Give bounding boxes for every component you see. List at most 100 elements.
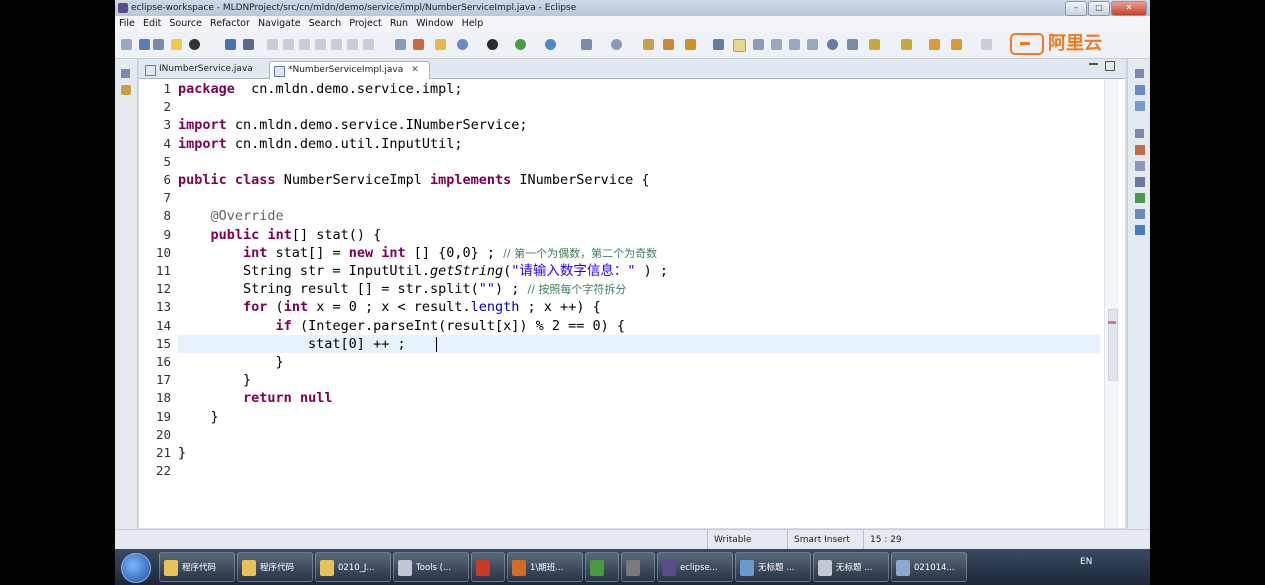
run-as-icon[interactable] [515, 39, 526, 50]
code-line[interactable]: String str = InputUtil.getString("请输入数字信… [178, 262, 668, 280]
servers-icon[interactable] [1135, 225, 1145, 235]
maximize-button[interactable]: □ [1088, 1, 1110, 16]
menu-help[interactable]: Help [462, 16, 484, 32]
taskbar-button[interactable] [585, 552, 619, 582]
console-icon[interactable] [1135, 193, 1145, 203]
next-annotation-icon[interactable] [827, 39, 838, 50]
menu-search[interactable]: Search [309, 16, 342, 32]
code-line[interactable]: } [178, 371, 251, 389]
code-line[interactable]: return null [178, 389, 332, 407]
forward-icon[interactable] [929, 39, 940, 50]
taskbar-button[interactable]: 021014... [891, 552, 967, 582]
problems-icon[interactable] [1135, 145, 1145, 155]
search-icon[interactable] [685, 39, 696, 50]
skip-breakpoints-icon[interactable] [243, 39, 254, 50]
taskbar-button[interactable] [621, 552, 655, 582]
open-task-icon[interactable] [663, 39, 674, 50]
new-java-project-icon[interactable] [581, 39, 592, 50]
outline-icon[interactable] [1135, 85, 1145, 95]
back-icon[interactable] [901, 39, 912, 50]
menu-project[interactable]: Project [349, 16, 382, 32]
code-line[interactable]: } [178, 408, 219, 426]
taskbar-button[interactable]: 程序代码 [159, 552, 235, 582]
menu-navigate[interactable]: Navigate [258, 16, 301, 32]
taskbar-button[interactable]: 无标题 ... [735, 552, 811, 582]
progress-icon[interactable] [1135, 209, 1145, 219]
new-icon[interactable] [121, 39, 132, 50]
save-icon[interactable] [139, 39, 150, 50]
code-line[interactable]: String result [] = str.split("") ; // 按照… [178, 280, 626, 298]
print-icon[interactable] [171, 39, 182, 50]
code-line[interactable]: int stat[] = new int [] {0,0} ; // 第一个为偶… [178, 244, 657, 262]
save-all-icon[interactable] [153, 39, 164, 50]
code-line[interactable]: } [178, 444, 186, 462]
tab-inumberservice[interactable]: INumberService.java [141, 61, 263, 78]
code-line[interactable]: @Override [178, 207, 284, 225]
scrollbar-thumb[interactable] [1108, 309, 1118, 381]
code-editor[interactable]: 1 2 3 4 5 6 7 8 9 10 11 12 13 14 15 16 17 18 19 20 21 22 pack… [139, 79, 1125, 528]
taskbar-button[interactable]: 0210_J... [315, 552, 391, 582]
eclipse-logo-icon [118, 3, 128, 13]
coverage-icon[interactable] [545, 39, 556, 50]
vertical-scrollbar[interactable] [1104, 79, 1119, 528]
menu-file[interactable]: File [119, 16, 135, 32]
menu-source[interactable]: Source [169, 16, 202, 32]
language-indicator[interactable]: EN [1080, 557, 1092, 567]
last-edit-icon[interactable] [869, 39, 880, 50]
package-explorer-icon[interactable] [121, 85, 131, 95]
taskbar-button[interactable] [471, 552, 505, 582]
declaration-icon[interactable] [1135, 177, 1145, 187]
taskbar-button[interactable]: 无标题 ... [813, 552, 889, 582]
code-area[interactable]: package cn.mldn.demo.service.impl; import… [178, 79, 1098, 528]
code-line[interactable]: if (Integer.parseInt(result[x]) % 2 == 0… [178, 317, 626, 335]
drop-to-frame-icon[interactable] [395, 39, 406, 50]
code-line[interactable]: public class NumberServiceImpl implement… [178, 171, 649, 189]
code-token: ) ; [495, 281, 528, 298]
taskbar-button[interactable]: 程序代码 [237, 552, 313, 582]
start-button[interactable] [121, 553, 151, 583]
code-line[interactable]: } [178, 353, 284, 371]
run-icon[interactable] [487, 39, 498, 50]
toggle-mark-occurrences-icon[interactable] [713, 39, 724, 50]
minimize-button[interactable]: – [1065, 1, 1087, 16]
code-line[interactable]: import cn.mldn.demo.service.INumberServi… [178, 116, 528, 134]
code-token: ( [267, 299, 284, 316]
menu-window[interactable]: Window [416, 16, 453, 32]
restore-right-icon[interactable] [1135, 69, 1144, 78]
tab-numberserviceimpl[interactable]: *NumberServiceImpl.java ✕ [269, 61, 430, 79]
external-tools-icon[interactable] [457, 39, 468, 50]
minimize-editor-icon[interactable] [1089, 63, 1098, 65]
show-whitespace-icon[interactable] [753, 39, 764, 50]
restore-bottom-icon[interactable] [1135, 129, 1144, 138]
close-tab-icon[interactable]: ✕ [411, 65, 419, 75]
open-type-icon[interactable] [435, 39, 446, 50]
block-selection-icon[interactable] [771, 39, 782, 50]
code-line[interactable]: import cn.mldn.demo.util.InputUtil; [178, 135, 462, 153]
terminal-icon[interactable] [225, 39, 236, 50]
taskbar-button[interactable]: 1\期班... [507, 552, 583, 582]
menu-run[interactable]: Run [390, 16, 408, 32]
pin-editor-icon[interactable] [951, 39, 962, 50]
error-overview-marker[interactable] [1108, 321, 1116, 324]
taskbar-button[interactable]: eclipse... [657, 552, 733, 582]
use-step-filters-icon[interactable] [413, 39, 424, 50]
restore-icon[interactable] [121, 69, 130, 78]
code-line[interactable]: public int[] stat() { [178, 226, 382, 244]
menu-refactor[interactable]: Refactor [210, 16, 250, 32]
javadoc-icon[interactable] [1135, 161, 1145, 171]
taskbar-button[interactable]: Tools (... [393, 552, 469, 582]
code-line[interactable]: for (int x = 0 ; x < result.length ; x +… [178, 298, 601, 316]
toggle-highlight-icon[interactable] [733, 39, 746, 52]
maximize-editor-icon[interactable] [1105, 61, 1115, 71]
annotation-icon[interactable] [807, 39, 818, 50]
task-list-icon[interactable] [1135, 101, 1145, 111]
prev-annotation-icon[interactable] [847, 39, 858, 50]
close-button[interactable]: ✕ [1111, 1, 1147, 16]
debug-icon[interactable] [189, 39, 200, 50]
new-package-icon[interactable] [611, 39, 622, 50]
code-line[interactable]: package cn.mldn.demo.service.impl; [178, 80, 462, 98]
menu-edit[interactable]: Edit [143, 16, 161, 32]
code-line[interactable]: stat[0] ++ ; [178, 335, 406, 353]
word-wrap-icon[interactable] [789, 39, 800, 50]
new-class-icon[interactable] [643, 39, 654, 50]
